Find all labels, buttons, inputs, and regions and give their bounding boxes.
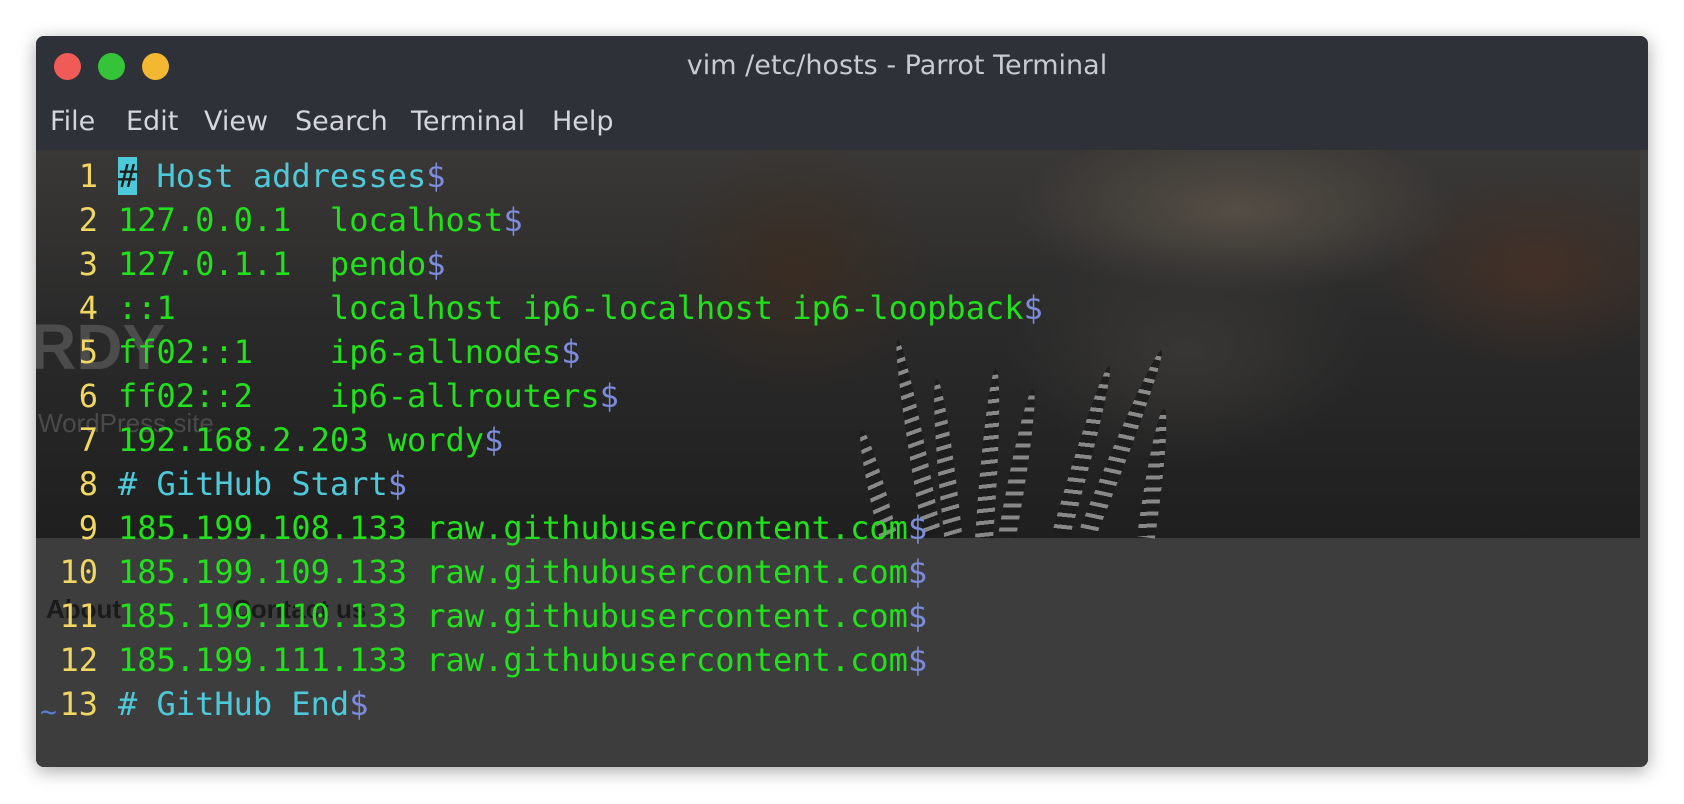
vim-buffer[interactable]: 1 # Host addresses$ 2 127.0.0.1 localhost$ 3… (36, 154, 1043, 726)
eol-marker: $ (387, 465, 407, 503)
line-number: 10 (59, 553, 98, 591)
menu-search[interactable]: Search (295, 106, 388, 137)
eol-marker: $ (426, 245, 446, 283)
terminal-content[interactable]: RDY WordPress site About Contact us 1 # H… (36, 150, 1648, 767)
buffer-line[interactable]: 7 192.168.2.203 wordy$ (36, 418, 1043, 462)
eol-marker: $ (561, 333, 581, 371)
menu-file[interactable]: File (50, 106, 95, 137)
eol-marker: $ (907, 597, 928, 635)
eol-marker: $ (907, 509, 928, 547)
line-number: 4 (78, 289, 98, 327)
buffer-line[interactable]: 8 # GitHub Start$ (36, 462, 1043, 506)
buffer-line[interactable]: 12 185.199.111.133 raw.githubusercontent.… (36, 638, 1043, 682)
buffer-line[interactable]: 4::1 localhost ip6-localhost ip6-loopbac… (36, 286, 1043, 330)
title-bar[interactable]: vim /etc/hosts - Parrot Terminal (36, 36, 1648, 94)
host-entry-text: 185.199.108.133 raw.githubusercontent.co… (118, 509, 908, 547)
eol-marker: $ (907, 641, 928, 679)
line-number: 1 (78, 157, 98, 195)
host-entry-text: ff02::2 ip6-allrouters (118, 377, 600, 415)
line-number: 3 (78, 245, 98, 283)
buffer-line[interactable]: 9 185.199.108.133 raw.githubusercontent.c… (36, 506, 1043, 550)
eol-marker: $ (503, 201, 523, 239)
eol-marker: $ (426, 157, 446, 195)
host-entry-text: 185.199.109.133 raw.githubusercontent.co… (118, 553, 908, 591)
host-entry-text: ::1 localhost ip6-localhost ip6-loopback (118, 289, 1024, 327)
menu-terminal[interactable]: Terminal (411, 106, 525, 137)
line-number: 8 (78, 465, 98, 503)
host-entry-text: ff02::1 ip6-allnodes (118, 333, 562, 371)
buffer-line[interactable]: 1 # Host addresses$ (36, 154, 1043, 198)
line-number: 5 (78, 333, 98, 371)
comment-text: # GitHub End (118, 685, 350, 723)
line-number: 12 (59, 641, 98, 679)
menu-view[interactable]: View (204, 106, 268, 137)
host-entry-text: 127.0.0.1 localhost (118, 201, 504, 239)
menu-bar: File Edit View Search Terminal Help (36, 94, 1648, 150)
line-number: 11 (59, 597, 98, 635)
host-entry-text: 185.199.111.133 raw.githubusercontent.co… (118, 641, 908, 679)
menu-help[interactable]: Help (552, 106, 614, 137)
host-entry-text: 127.0.1.1 pendo (118, 245, 427, 283)
line-number: 2 (78, 201, 98, 239)
line-number: 6 (78, 377, 98, 415)
plant-leaf (1137, 407, 1173, 539)
host-entry-text: 192.168.2.203 wordy (118, 421, 485, 459)
buffer-line[interactable]: 6 ff02::2 ip6-allrouters$ (36, 374, 1043, 418)
eol-marker: $ (599, 377, 619, 415)
terminal-window: vim /etc/hosts - Parrot Terminal File Ed… (36, 36, 1648, 767)
host-entry-text: 185.199.110.133 raw.githubusercontent.co… (118, 597, 908, 635)
buffer-line[interactable]: 10 185.199.109.133 raw.githubusercontent.… (36, 550, 1043, 594)
buffer-line[interactable]: 2 127.0.0.1 localhost$ (36, 198, 1043, 242)
text-cursor: # (118, 157, 138, 195)
menu-edit[interactable]: Edit (126, 106, 178, 137)
line-number: 9 (78, 509, 98, 547)
eol-marker: $ (484, 421, 504, 459)
eol-marker: $ (349, 685, 369, 723)
line-number: 7 (78, 421, 98, 459)
buffer-line[interactable]: 5 ff02::1 ip6-allnodes$ (36, 330, 1043, 374)
comment-text: # GitHub Start (118, 465, 388, 503)
plant-leaf (1052, 363, 1118, 538)
buffer-line[interactable]: 3 127.0.1.1 pendo$ (36, 242, 1043, 286)
buffer-line[interactable]: 11 185.199.110.133 raw.githubusercontent.… (36, 594, 1043, 638)
buffer-line[interactable]: 13 # GitHub End$ (36, 682, 1043, 726)
eol-marker: $ (1023, 289, 1043, 327)
empty-line-tilde: ~ (40, 695, 57, 728)
comment-text: # Host addresses (118, 157, 427, 195)
window-title: vim /etc/hosts - Parrot Terminal (686, 50, 1108, 81)
eol-marker: $ (907, 553, 928, 591)
